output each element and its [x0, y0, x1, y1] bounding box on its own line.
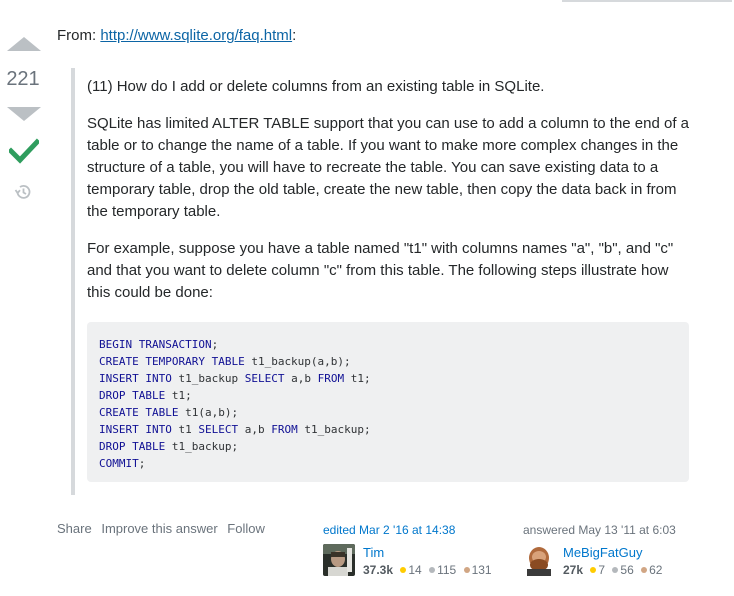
code-line: CREATE TEMPORARY TABLE t1_backup(a,b);	[99, 353, 677, 370]
author-reputation: 27k	[563, 563, 584, 577]
code-keyword: DROP TABLE	[99, 440, 166, 453]
code-keyword: CREATE TEMPORARY TABLE	[99, 355, 245, 368]
author-silver-count: 56	[620, 563, 634, 577]
author-signature: answered May 13 '11 at 6:03 MeBigFatGuy …	[523, 523, 723, 577]
bronze-badge-icon	[463, 567, 470, 574]
editor-gold-count: 14	[408, 563, 422, 577]
editor-signature: edited Mar 2 '16 at 14:38 Tim 37.3k 14 1…	[323, 523, 523, 577]
code-text: t1;	[165, 389, 192, 402]
share-link[interactable]: Share	[57, 521, 92, 536]
author-gold-count: 7	[598, 563, 606, 577]
code-text: t1_backup	[171, 372, 245, 385]
answered-timestamp: answered May 13 '11 at 6:03	[523, 523, 676, 537]
code-line: COMMIT;	[99, 455, 677, 472]
from-suffix: :	[292, 27, 297, 44]
gold-badge-icon	[590, 567, 597, 574]
blockquote-bar	[71, 68, 75, 495]
source-line: From: http://www.sqlite.org/faq.html:	[57, 27, 296, 44]
quote-paragraph-2: For example, suppose you have a table na…	[87, 240, 674, 301]
code-keyword: CREATE TABLE	[99, 406, 179, 419]
editor-avatar[interactable]	[323, 544, 355, 576]
code-line: INSERT INTO t1_backup SELECT a,b FROM t1…	[99, 370, 677, 387]
code-keyword: SELECT	[198, 423, 239, 436]
code-text: t1_backup;	[297, 423, 371, 436]
code-text: t1;	[344, 372, 371, 385]
editor-reputation-line: 37.3k 14 115 131	[363, 563, 492, 577]
code-line: DROP TABLE t1;	[99, 387, 677, 404]
author-username[interactable]: MeBigFatGuy	[563, 545, 642, 560]
improve-answer-link[interactable]: Improve this answer	[101, 521, 217, 536]
vote-count: 221	[6, 68, 40, 90]
bronze-badge-icon	[641, 567, 648, 574]
downvote-arrow-icon[interactable]	[7, 107, 41, 121]
accepted-checkmark-icon	[9, 138, 39, 164]
edited-timestamp[interactable]: edited Mar 2 '16 at 14:38	[323, 523, 523, 537]
code-text: t1_backup(a,b);	[244, 355, 351, 368]
code-text: a,b	[238, 423, 272, 436]
code-text: t1(a,b);	[178, 406, 239, 419]
upvote-arrow-icon[interactable]	[7, 37, 41, 51]
post-menu: Share Improve this answer Follow	[57, 521, 271, 536]
code-text: t1_backup;	[165, 440, 239, 453]
code-keyword: BEGIN TRANSACTION	[99, 338, 212, 351]
history-icon[interactable]	[13, 182, 33, 202]
editor-silver-count: 115	[437, 563, 457, 577]
code-line: BEGIN TRANSACTION;	[99, 336, 677, 353]
code-keyword: COMMIT	[99, 457, 139, 470]
code-keyword: FROM	[317, 372, 345, 385]
source-link[interactable]: http://www.sqlite.org/faq.html	[100, 27, 292, 44]
code-keyword: INSERT INTO	[99, 423, 172, 436]
quote-paragraph-1: SQLite has limited ALTER TABLE support t…	[87, 115, 690, 220]
silver-badge-icon	[429, 567, 436, 574]
code-keyword: SELECT	[244, 372, 285, 385]
code-block: BEGIN TRANSACTION; CREATE TEMPORARY TABLE…	[87, 322, 689, 482]
blockquote: (11) How do I add or delete columns from…	[87, 76, 692, 319]
editor-bronze-count: 131	[471, 563, 492, 577]
follow-link[interactable]: Follow	[227, 521, 265, 536]
code-line: CREATE TABLE t1(a,b);	[99, 404, 677, 421]
silver-badge-icon	[612, 567, 619, 574]
code-keyword: INSERT INTO	[99, 372, 172, 385]
code-text: ;	[138, 457, 146, 470]
code-keyword: DROP TABLE	[99, 389, 166, 402]
top-divider	[562, 0, 732, 2]
gold-badge-icon	[400, 567, 407, 574]
code-text: t1	[171, 423, 199, 436]
code-text: ;	[211, 338, 219, 351]
author-avatar[interactable]	[523, 544, 555, 576]
code-keyword: FROM	[271, 423, 298, 436]
author-bronze-count: 62	[649, 563, 663, 577]
code-text: a,b	[284, 372, 318, 385]
code-line: INSERT INTO t1 SELECT a,b FROM t1_backup…	[99, 421, 677, 438]
author-reputation-line: 27k 7 56 62	[563, 563, 662, 577]
editor-username[interactable]: Tim	[363, 545, 384, 560]
editor-reputation: 37.3k	[363, 563, 394, 577]
from-label: From:	[57, 27, 97, 44]
quote-question: (11) How do I add or delete columns from…	[87, 78, 545, 95]
code-line: DROP TABLE t1_backup;	[99, 438, 677, 455]
